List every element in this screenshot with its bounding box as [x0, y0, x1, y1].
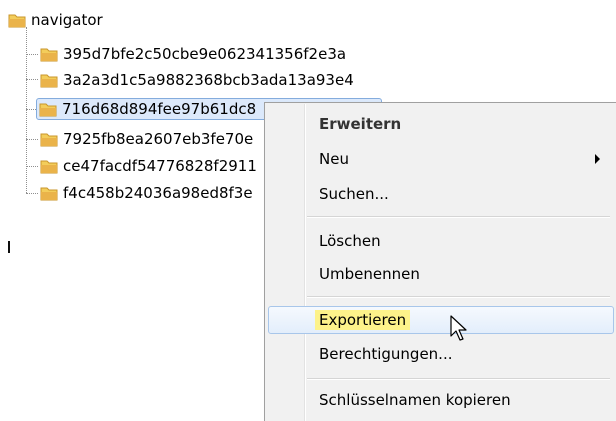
tree-node-child[interactable]: 395d7bfe2c50cbe9e062341356f2e3a	[40, 44, 346, 64]
menu-separator	[307, 296, 610, 298]
menu-item-loeschen[interactable]: Löschen	[319, 227, 381, 255]
folder-icon	[8, 14, 26, 28]
tree-node-child[interactable]: ce47facdf54776828f2911	[40, 156, 257, 176]
tree-node-child[interactable]: 7925fb8ea2607eb3fe70e	[40, 129, 253, 149]
folder-icon	[39, 103, 57, 117]
folder-icon	[40, 160, 58, 174]
tree-connector	[26, 54, 38, 55]
menu-item-umbenennen[interactable]: Umbenennen	[319, 260, 420, 288]
search-highlight: Exportieren	[315, 310, 411, 330]
menu-icon-gutter	[304, 104, 306, 421]
mouse-cursor-icon	[450, 315, 467, 341]
tree-node-root[interactable]: navigator	[8, 10, 103, 30]
menu-item-erweitern[interactable]: Erweitern	[319, 110, 401, 138]
tree-connector	[26, 139, 38, 140]
menu-item-berechtigungen[interactable]: Berechtigungen...	[319, 340, 452, 368]
tree-node-label: 395d7bfe2c50cbe9e062341356f2e3a	[63, 45, 347, 63]
menu-item-neu[interactable]: Neu	[319, 145, 349, 173]
tree-node-child[interactable]: f4c458b24036a98ed8f3e	[40, 183, 253, 203]
tree-node-label: 3a2a3d1c5a9882368bcb3ada13a93e4	[63, 71, 354, 89]
tree-connector	[26, 166, 38, 167]
context-menu: Erweitern Neu Suchen... Löschen Umbenenn…	[264, 102, 616, 421]
menu-separator	[307, 378, 610, 380]
menu-item-suchen[interactable]: Suchen...	[319, 180, 389, 208]
tree-connector	[26, 79, 38, 80]
folder-icon	[40, 48, 58, 62]
folder-icon	[40, 74, 58, 88]
menu-item-schluesselnamen-kopieren[interactable]: Schlüsselnamen kopieren	[319, 386, 511, 414]
tree-node-label: 7925fb8ea2607eb3fe70e	[63, 130, 254, 148]
menu-item-exportieren[interactable]: Exportieren	[315, 306, 411, 334]
tree-node-label: 716d68d894fee97b61dc8	[62, 100, 257, 118]
tree-connector	[26, 27, 27, 193]
tree-node-child[interactable]: 3a2a3d1c5a9882368bcb3ada13a93e4	[40, 70, 354, 90]
folder-icon	[40, 187, 58, 201]
tree-node-label: f4c458b24036a98ed8f3e	[63, 184, 253, 202]
chevron-right-icon	[595, 154, 600, 164]
tree-node-label: navigator	[31, 11, 103, 29]
tree-node-label: ce47facdf54776828f2911	[63, 157, 257, 175]
menu-separator	[307, 216, 610, 218]
folder-icon	[40, 133, 58, 147]
text-caret	[8, 241, 10, 253]
tree-connector	[26, 193, 38, 194]
